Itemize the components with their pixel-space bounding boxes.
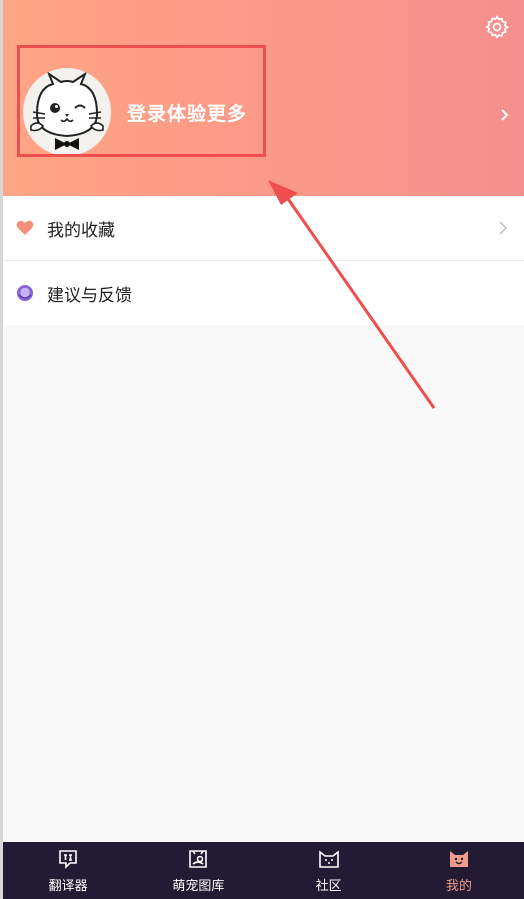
- tab-label: 萌宠图库: [172, 879, 225, 894]
- highlight-box: [17, 45, 266, 157]
- heart-icon: [16, 220, 34, 235]
- tab-translator[interactable]: 翻译器: [3, 842, 133, 899]
- tab-label: 翻译器: [48, 879, 88, 894]
- menu-item-feedback[interactable]: 建议与反馈: [3, 260, 524, 325]
- gear-icon[interactable]: [484, 14, 510, 40]
- pet-gallery-icon: [189, 850, 208, 868]
- tab-community[interactable]: 社区: [264, 842, 394, 899]
- tab-mine[interactable]: 我的: [394, 842, 524, 899]
- menu-item-label: 建议与反馈: [47, 285, 132, 306]
- profile-page: 登录体验更多 我的收藏 建议与反馈 翻译器 萌宠图库 社区 我的: [3, 0, 524, 899]
- tab-label: 社区: [315, 879, 342, 894]
- tab-label: 我的: [445, 879, 472, 894]
- tab-pet-gallery[interactable]: 萌宠图库: [133, 842, 263, 899]
- menu-item-favorites[interactable]: 我的收藏: [3, 196, 524, 260]
- feedback-icon: [17, 285, 33, 301]
- chevron-right-icon: [499, 221, 508, 235]
- bottom-tab-bar: 翻译器 萌宠图库 社区 我的: [3, 842, 524, 899]
- menu-item-label: 我的收藏: [47, 220, 115, 241]
- smile-cat-icon: [449, 851, 468, 867]
- menu-list: 我的收藏 建议与反馈: [3, 196, 524, 325]
- cat-face-icon: [318, 850, 339, 868]
- chevron-right-icon[interactable]: [498, 104, 512, 126]
- profile-header: 登录体验更多: [3, 0, 524, 196]
- translate-icon: [59, 850, 77, 869]
